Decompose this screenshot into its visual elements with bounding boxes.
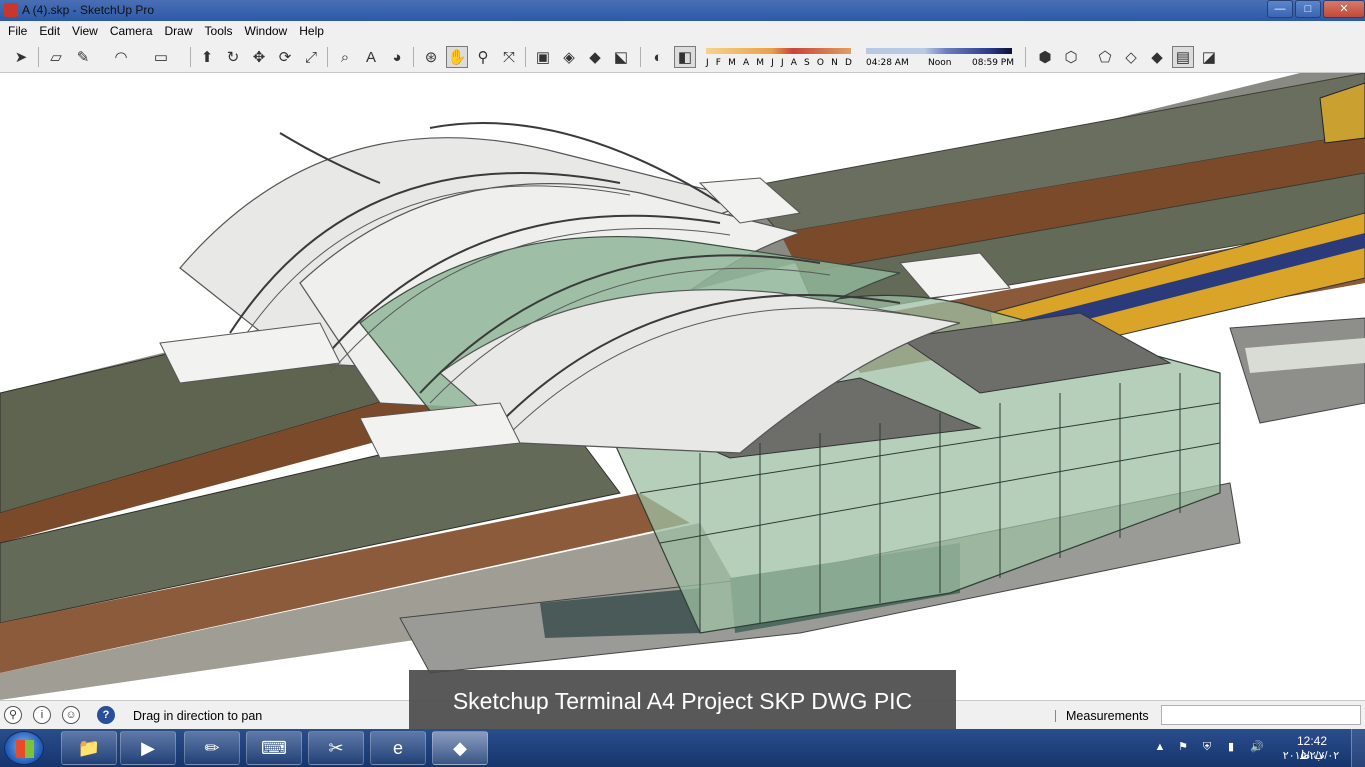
month-label: J	[771, 58, 774, 68]
pan-icon[interactable]: ✋	[446, 46, 468, 68]
wireframe-icon[interactable]: ◪	[1198, 46, 1220, 68]
text-icon[interactable]: A	[360, 46, 382, 68]
menu-draw[interactable]: Draw	[161, 24, 201, 38]
tape-measure-icon[interactable]: ⌕	[334, 46, 356, 68]
time-noon-label: Noon	[928, 58, 952, 68]
components-icon[interactable]: ▣	[532, 46, 554, 68]
action-center-icon[interactable]: ⚑	[1176, 740, 1190, 754]
title-bar: A (4).skp - SketchUp Pro — □ ✕	[0, 0, 1365, 21]
shadow-settings-icon[interactable]: ◐	[647, 46, 669, 68]
menu-bar: File Edit View Camera Draw Tools Window …	[0, 21, 1365, 41]
shadows-toggle-icon[interactable]: ◧	[674, 46, 696, 68]
windows-taskbar: 📁 ▶ ✏ ⌨ ✂ e ◆ ▲ ⚑ ⛨ ▮ 🔊 12:42 ب.ظ ۲۰۱۵/۲…	[0, 729, 1365, 767]
geo-location-icon[interactable]: ⚲	[4, 706, 22, 724]
menu-file[interactable]: File	[4, 24, 35, 38]
time-start-label: 04:28 AM	[866, 58, 909, 68]
arc-icon[interactable]: ◠	[110, 46, 132, 68]
measurements-input[interactable]	[1161, 705, 1361, 725]
month-label: M	[728, 58, 736, 68]
main-toolbar: ➤ ▱ ✎ ◠ ▭ ⬆ ↻ ✥ ⟳ ⤢ ⌕ A ◕ ⊛ ✋ ⚲ ⤧ ▣ ◈ ◆ …	[0, 41, 1365, 73]
rotate-icon[interactable]: ⟳	[274, 46, 296, 68]
snipping-tool-icon[interactable]: ✂	[308, 731, 364, 765]
month-label: J	[780, 58, 784, 68]
materials-icon[interactable]: ◈	[558, 46, 580, 68]
rectangle-icon[interactable]: ▭	[150, 46, 172, 68]
sketchup-app-icon[interactable]	[4, 3, 18, 17]
follow-me-icon[interactable]: ↻	[222, 46, 244, 68]
close-button[interactable]: ✕	[1323, 0, 1365, 18]
shadow-date-slider[interactable]	[706, 48, 851, 54]
keyboard-icon[interactable]: ⌨	[246, 731, 302, 765]
front-view-icon[interactable]: ⬠	[1094, 46, 1116, 68]
shadow-time-slider[interactable]	[866, 48, 1012, 54]
pencil-icon[interactable]: ✎	[72, 46, 94, 68]
status-message: Drag in direction to pan	[133, 709, 263, 723]
network-icon[interactable]: ▮	[1224, 740, 1238, 754]
paint-bucket-icon[interactable]: ◕	[386, 46, 408, 68]
back-view-icon[interactable]: ◆	[1146, 46, 1168, 68]
orbit-icon[interactable]: ⊛	[420, 46, 442, 68]
file-explorer-icon[interactable]: 📁	[61, 731, 117, 765]
month-label: A	[790, 58, 797, 68]
toolbar-separator	[38, 47, 39, 67]
month-label: M	[756, 58, 765, 68]
month-label: S	[804, 58, 810, 68]
time-end-label: 08:59 PM	[972, 58, 1014, 68]
right-view-icon[interactable]: ◇	[1120, 46, 1142, 68]
push-pull-icon[interactable]: ⬆	[196, 46, 218, 68]
terminal-model-render	[0, 73, 1365, 700]
toolbar-separator	[1025, 47, 1026, 67]
month-label: A	[742, 58, 750, 68]
iso-view-icon[interactable]: ⬢	[1034, 46, 1056, 68]
security-icon[interactable]: ⛨	[1200, 740, 1214, 754]
month-label: J	[706, 58, 709, 68]
user-icon[interactable]: ☺	[62, 706, 80, 724]
minimize-button[interactable]: —	[1267, 0, 1293, 18]
select-icon[interactable]: ➤	[10, 46, 32, 68]
credits-icon[interactable]: i	[33, 706, 51, 724]
show-desktop-button[interactable]	[1351, 729, 1365, 767]
month-labels: J F M A M J J A S O N D	[706, 58, 852, 68]
window-title: A (4).skp - SketchUp Pro	[22, 3, 155, 17]
internet-explorer-icon[interactable]: e	[370, 731, 426, 765]
month-label: O	[816, 58, 824, 68]
windows-logo-icon	[16, 740, 34, 758]
media-player-icon[interactable]: ▶	[120, 731, 176, 765]
menu-window[interactable]: Window	[241, 24, 296, 38]
start-button[interactable]	[4, 731, 44, 765]
zoom-icon[interactable]: ⚲	[472, 46, 494, 68]
toolbar-separator	[190, 47, 191, 67]
top-view-icon[interactable]: ⬡	[1060, 46, 1082, 68]
zoom-extents-icon[interactable]: ⤧	[498, 46, 520, 68]
paint-icon[interactable]: ✏	[184, 731, 240, 765]
status-divider	[1055, 710, 1056, 722]
toolbar-separator	[640, 47, 641, 67]
sketchup-icon[interactable]: ◆	[432, 731, 488, 765]
month-label: F	[715, 58, 721, 68]
volume-icon[interactable]: 🔊	[1250, 740, 1264, 754]
month-label: N	[831, 58, 838, 68]
eraser-icon[interactable]: ▱	[45, 46, 67, 68]
measurements-label: Measurements	[1066, 709, 1149, 723]
toolbar-separator	[525, 47, 526, 67]
scale-icon[interactable]: ⤢	[300, 46, 322, 68]
add-location-icon[interactable]: ⬕	[610, 46, 632, 68]
model-viewport[interactable]	[0, 73, 1365, 700]
toolbar-separator	[413, 47, 414, 67]
menu-help[interactable]: Help	[295, 24, 332, 38]
menu-tools[interactable]: Tools	[201, 24, 241, 38]
maximize-button[interactable]: □	[1295, 0, 1321, 18]
move-icon[interactable]: ✥	[248, 46, 270, 68]
menu-camera[interactable]: Camera	[106, 24, 161, 38]
menu-view[interactable]: View	[68, 24, 106, 38]
clock-date[interactable]: ۲۰۱۵/۲/۷/۰۲	[1280, 749, 1342, 762]
caption-overlay: Sketchup Terminal A4 Project SKP DWG PIC	[409, 670, 956, 737]
styles-icon[interactable]: ◆	[584, 46, 606, 68]
help-icon[interactable]: ?	[97, 706, 115, 724]
toolbar-separator	[327, 47, 328, 67]
menu-edit[interactable]: Edit	[35, 24, 68, 38]
xray-icon[interactable]: ▤	[1172, 46, 1194, 68]
month-label: D	[844, 58, 852, 68]
show-hidden-icons-icon[interactable]: ▲	[1153, 740, 1167, 754]
